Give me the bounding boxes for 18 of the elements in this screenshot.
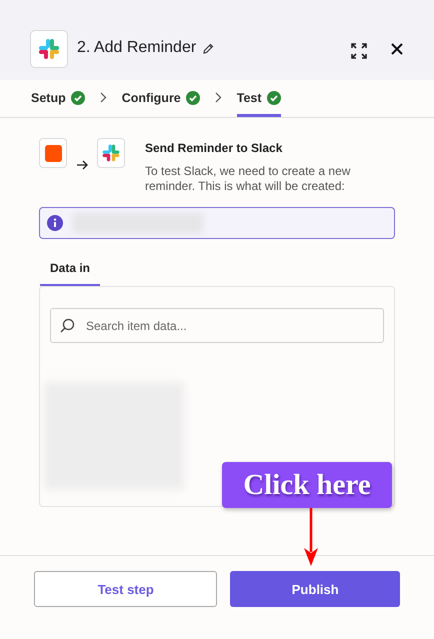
- action-description: To test Slack, we need to create a new reminder. This is what will be created:: [145, 164, 352, 194]
- check-icon: [266, 91, 281, 105]
- action-title: Send Reminder to Slack: [145, 141, 284, 155]
- slack-logo-icon: [97, 138, 125, 168]
- info-icon: [47, 215, 63, 231]
- annotation-callout: Click here: [222, 462, 392, 508]
- step-tab[interactable]: Test: [236, 80, 281, 117]
- step-tab[interactable]: Setup: [31, 80, 85, 117]
- check-icon: [70, 91, 85, 105]
- test-step-button[interactable]: Test step: [34, 571, 218, 607]
- check-icon: [186, 91, 200, 105]
- step-tab[interactable]: Configure: [122, 80, 200, 117]
- step-title: 2. Add Reminder: [77, 39, 196, 57]
- search-icon: [59, 318, 75, 334]
- slack-logo-icon: [30, 30, 68, 68]
- app-icon: [39, 138, 67, 168]
- publish-button[interactable]: Publish: [230, 571, 400, 607]
- search-field[interactable]: Search item data...: [50, 308, 384, 343]
